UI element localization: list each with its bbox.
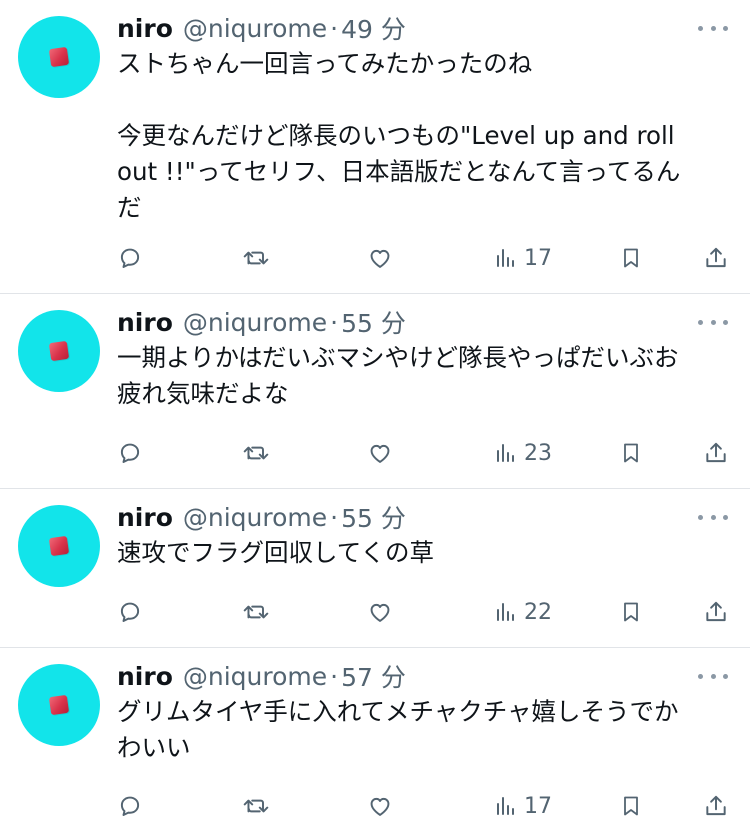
tweet-text: 速攻でフラグ回収してくの草 bbox=[117, 538, 435, 567]
share-button[interactable] bbox=[703, 238, 729, 278]
tweet-header: niro @niqurome · 49 分 bbox=[117, 10, 730, 46]
like-icon bbox=[370, 249, 390, 268]
tweet-actions: 17 bbox=[117, 238, 730, 278]
avatar[interactable] bbox=[18, 664, 100, 746]
bookmark-icon bbox=[624, 796, 638, 816]
views-icon bbox=[497, 797, 514, 815]
retweet-button[interactable] bbox=[242, 592, 270, 632]
bookmark-icon bbox=[624, 248, 638, 268]
reply-button[interactable] bbox=[117, 433, 143, 473]
like-icon bbox=[370, 603, 390, 622]
tweet-text: 一期よりかはだいぶマシやけど隊長やっぱだいぶお 疲れ気味だよな bbox=[117, 343, 679, 408]
user-handle[interactable]: @niqurome bbox=[183, 14, 327, 43]
tweet-actions: 22 bbox=[117, 592, 730, 632]
reply-icon bbox=[120, 796, 140, 816]
tweet-text: グリムタイヤ手に入れてメチャクチャ嬉しそうでか わいい bbox=[117, 697, 679, 762]
bookmark-icon bbox=[624, 602, 638, 622]
share-button[interactable] bbox=[703, 433, 729, 473]
timeline-feed: niro @niqurome · 49 分 ストちゃん一回言ってみたかったのね … bbox=[0, 0, 750, 838]
tweet-text: ストちゃん一回言ってみたかったのね 今更なんだけど隊長のいつもの"Level u… bbox=[117, 49, 681, 222]
tweet[interactable]: niro @niqurome · 49 分 ストちゃん一回言ってみたかったのね … bbox=[0, 0, 750, 294]
share-button[interactable] bbox=[703, 786, 729, 826]
tweet[interactable]: niro @niqurome · 55 分 速攻でフラグ回収してくの草 22 bbox=[0, 489, 750, 648]
like-button[interactable] bbox=[367, 786, 393, 826]
avatar-cube-image bbox=[48, 46, 70, 68]
retweet-button[interactable] bbox=[242, 433, 270, 473]
display-name[interactable]: niro bbox=[117, 662, 173, 691]
separator-dot: · bbox=[330, 13, 339, 43]
separator-dot: · bbox=[330, 502, 339, 532]
user-handle[interactable]: @niqurome bbox=[183, 503, 327, 532]
timestamp[interactable]: 57 分 bbox=[341, 658, 406, 694]
retweet-icon bbox=[243, 251, 269, 265]
avatar[interactable] bbox=[18, 505, 100, 587]
bookmark-icon bbox=[624, 443, 638, 463]
reply-button[interactable] bbox=[117, 786, 143, 826]
views-button[interactable]: 17 bbox=[494, 238, 552, 278]
display-name[interactable]: niro bbox=[117, 308, 173, 337]
reply-icon bbox=[120, 248, 140, 268]
more-icon[interactable] bbox=[698, 312, 728, 332]
bookmark-button[interactable] bbox=[619, 592, 643, 632]
timestamp[interactable]: 55 分 bbox=[341, 499, 406, 535]
tweet-header: niro @niqurome · 57 分 bbox=[117, 658, 730, 694]
more-icon[interactable] bbox=[698, 666, 728, 686]
views-button[interactable]: 23 bbox=[494, 433, 552, 473]
share-icon bbox=[706, 795, 726, 816]
tweet[interactable]: niro @niqurome · 55 分 一期よりかはだいぶマシやけど隊長やっ… bbox=[0, 294, 750, 489]
more-icon[interactable] bbox=[698, 18, 728, 38]
share-icon bbox=[706, 601, 726, 622]
share-icon bbox=[706, 247, 726, 268]
tweet-actions: 23 bbox=[117, 433, 730, 473]
views-icon bbox=[497, 603, 514, 621]
views-icon bbox=[497, 444, 514, 462]
more-icon[interactable] bbox=[698, 507, 728, 527]
views-count: 17 bbox=[524, 245, 552, 271]
like-button[interactable] bbox=[367, 592, 393, 632]
timestamp[interactable]: 49 分 bbox=[341, 10, 406, 46]
tweet-header: niro @niqurome · 55 分 bbox=[117, 499, 730, 535]
separator-dot: · bbox=[330, 307, 339, 337]
tweet-actions: 17 bbox=[117, 786, 730, 826]
tweet[interactable]: niro @niqurome · 57 分 グリムタイヤ手に入れてメチャクチャ嬉… bbox=[0, 648, 750, 838]
timestamp[interactable]: 55 分 bbox=[341, 304, 406, 340]
separator-dot: · bbox=[330, 661, 339, 691]
user-handle[interactable]: @niqurome bbox=[183, 662, 327, 691]
retweet-icon bbox=[243, 799, 269, 813]
display-name[interactable]: niro bbox=[117, 503, 173, 532]
share-button[interactable] bbox=[703, 592, 729, 632]
bookmark-button[interactable] bbox=[619, 786, 643, 826]
like-icon bbox=[370, 797, 390, 816]
reply-icon bbox=[120, 443, 140, 463]
avatar-cube-image bbox=[48, 694, 70, 716]
reply-button[interactable] bbox=[117, 592, 143, 632]
reply-button[interactable] bbox=[117, 238, 143, 278]
bookmark-button[interactable] bbox=[619, 433, 643, 473]
views-count: 17 bbox=[524, 793, 552, 819]
retweet-button[interactable] bbox=[242, 238, 270, 278]
views-button[interactable]: 17 bbox=[494, 786, 552, 826]
like-button[interactable] bbox=[367, 433, 393, 473]
avatar[interactable] bbox=[18, 310, 100, 392]
views-count: 22 bbox=[524, 599, 552, 625]
avatar-cube-image bbox=[48, 535, 70, 557]
like-icon bbox=[370, 444, 390, 463]
bookmark-button[interactable] bbox=[619, 238, 643, 278]
like-button[interactable] bbox=[367, 238, 393, 278]
retweet-icon bbox=[243, 605, 269, 619]
avatar-cube-image bbox=[48, 340, 70, 362]
avatar[interactable] bbox=[18, 16, 100, 98]
share-icon bbox=[706, 442, 726, 463]
retweet-button[interactable] bbox=[242, 786, 270, 826]
views-icon bbox=[497, 249, 514, 267]
reply-icon bbox=[120, 602, 140, 622]
display-name[interactable]: niro bbox=[117, 14, 173, 43]
retweet-icon bbox=[243, 446, 269, 460]
user-handle[interactable]: @niqurome bbox=[183, 308, 327, 337]
views-button[interactable]: 22 bbox=[494, 592, 552, 632]
views-count: 23 bbox=[524, 440, 552, 466]
tweet-header: niro @niqurome · 55 分 bbox=[117, 304, 730, 340]
